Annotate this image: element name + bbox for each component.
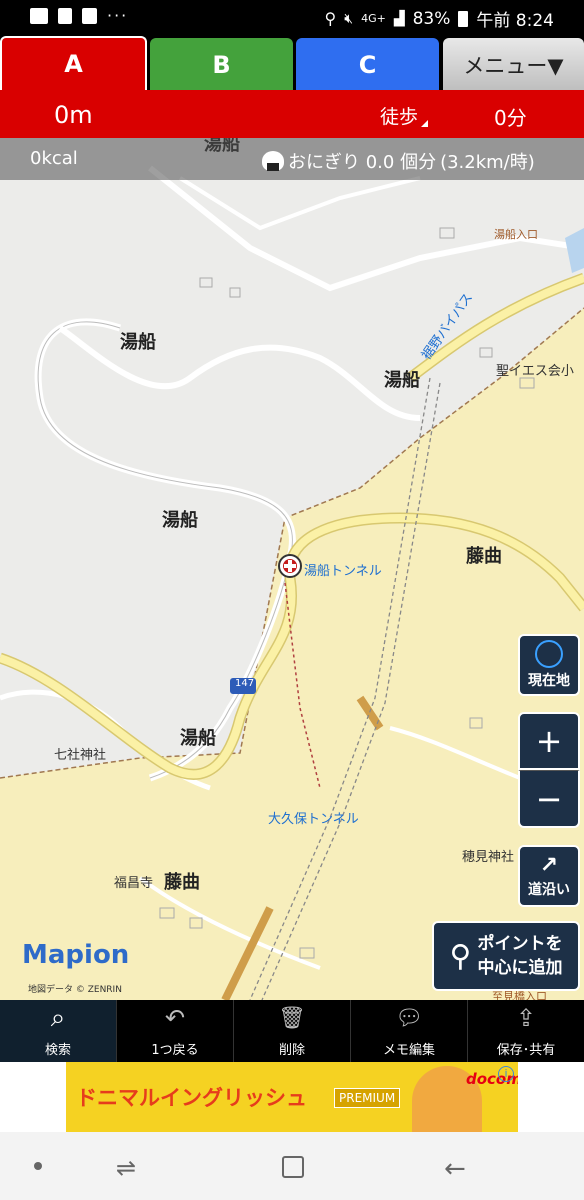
tab-a[interactable]: A [0, 36, 147, 90]
ad-title: ドニマルイングリッシュ [76, 1086, 307, 1110]
zoom-in-button[interactable]: + [518, 712, 580, 770]
crosshair-icon [535, 640, 563, 668]
route-number-label: 147 [235, 678, 255, 689]
tab-c[interactable]: C [296, 38, 439, 92]
save-share-label: 保存･共有 [496, 1043, 556, 1058]
delete-button[interactable]: 🗑︎ 削除 [234, 1000, 351, 1062]
ad-banner[interactable]: ドニマルイングリッシュ PREMIUM docomo i [66, 1062, 518, 1132]
add-point-button[interactable]: ⚲ ポイントを 中心に追加 [432, 921, 580, 991]
save-share-button[interactable]: ⇪ 保存･共有 [468, 1000, 584, 1062]
memo-edit-label: メモ編集 [382, 1043, 435, 1058]
onigiri-info[interactable]: おにぎり 0.0 個分 (3.2km/時) [262, 148, 535, 174]
zoom-out-button[interactable]: − [518, 770, 580, 828]
ad-bar: ドニマルイングリッシュ PREMIUM docomo i [0, 1062, 584, 1132]
home-icon[interactable] [282, 1156, 304, 1178]
signal-icon: ▟ [393, 10, 405, 27]
trash-icon: 🗑︎ [278, 1005, 306, 1031]
map-label-yubune-3: 湯船 [162, 510, 198, 531]
share-icon: ⇪ [515, 1004, 537, 1032]
route-tabs: A B C メニュー▼ [0, 36, 584, 92]
map-label-yubune-1: 湯船 [120, 332, 156, 353]
map-label-yubune-entrance: 湯船入口 [494, 228, 538, 241]
ad-info-icon[interactable]: i [498, 1066, 514, 1082]
route-info-bar: 0m 徒歩 0分 [0, 90, 584, 138]
nav-dot-icon[interactable] [34, 1162, 42, 1170]
walking-speed: (3.2km/時) [440, 152, 535, 173]
dropdown-corner-icon [421, 120, 429, 127]
map-canvas [0, 165, 584, 1000]
map-copyright: 地図データ © ZENRIN [28, 985, 122, 995]
map-label-church: 聖イエス会小 [496, 364, 574, 379]
memo-icon: 💬︎ [395, 1005, 423, 1031]
ad-badge: PREMIUM [334, 1088, 401, 1108]
tab-b[interactable]: B [150, 38, 293, 92]
along-road-button[interactable]: ↗ 道沿い [518, 845, 580, 907]
travel-mode-label: 徒歩 [380, 106, 419, 128]
delete-label: 削除 [278, 1043, 305, 1058]
status-bar: ··· ⚲ 🔇︎ 4G+ ▟ 83% 午前 8:24 [0, 0, 584, 36]
signal-label: 4G+ [361, 12, 386, 25]
gallery-icon [30, 7, 48, 24]
map-label-tunnel-okubo: 大久保トンネル [268, 812, 359, 827]
calorie-value: 0kcal [30, 148, 78, 169]
map-label-yubune-2: 湯船 [384, 370, 420, 391]
battery-icon [458, 10, 469, 27]
travel-mode-selector[interactable]: 徒歩 [380, 102, 429, 129]
more-notifications-icon: ··· [107, 6, 129, 25]
system-nav-bar: ⇌ ← [0, 1132, 584, 1200]
distance-value: 0m [54, 101, 93, 129]
map-label-fukushoji: 福昌寺 [114, 876, 154, 891]
menu-button[interactable]: メニュー▼ [443, 38, 584, 92]
map-label-tunnel-yubune: 湯船トンネル [304, 564, 382, 579]
search-icon: ⌕ [50, 1002, 66, 1033]
along-road-label: 道沿い [528, 882, 570, 898]
add-point-label-1: ポイントを [477, 934, 563, 954]
memo-edit-button[interactable]: 💬︎ メモ編集 [351, 1000, 468, 1062]
back-icon[interactable]: ← [444, 1154, 466, 1184]
calorie-bar: 0kcal おにぎり 0.0 個分 (3.2km/時) [0, 138, 584, 180]
map-label-shichisha: 七社神社 [54, 748, 107, 763]
map-label-fujimagari-1: 藤曲 [466, 546, 502, 567]
search-button[interactable]: ⌕ 検索 [0, 1000, 117, 1062]
facebook-icon [82, 7, 97, 24]
clock: 午前 8:24 [476, 11, 554, 31]
undo-icon: ↶ [164, 1004, 186, 1032]
pin-icon: ⚲ [449, 938, 472, 974]
map-label-yubune-4: 湯船 [180, 728, 216, 749]
map-label-fujimagari-2: 藤曲 [164, 872, 200, 893]
current-location-label: 現在地 [528, 673, 570, 689]
recent-apps-icon[interactable]: ⇌ [116, 1154, 136, 1182]
add-point-label-2: 中心に追加 [477, 958, 563, 978]
mute-icon: 🔇︎ [344, 10, 354, 27]
trend-line-icon: ↗ [539, 853, 559, 878]
search-label: 検索 [44, 1043, 71, 1058]
undo-label: 1つ戻る [151, 1043, 199, 1058]
bottom-toolbar: ⌕ 検索 ↶ 1つ戻る 🗑︎ 削除 💬︎ メモ編集 ⇪ 保存･共有 [0, 1000, 584, 1062]
onigiri-icon [262, 151, 284, 171]
map-view[interactable]: 湯船 湯船 湯船 湯船 湯船 藤曲 藤曲 湯船入口 聖イエス会小 裾野バイパス … [0, 138, 584, 1000]
hand-icon [58, 7, 72, 24]
undo-button[interactable]: ↶ 1つ戻る [117, 1000, 234, 1062]
duration-value: 0分 [494, 106, 527, 130]
location-icon: ⚲ [324, 9, 337, 28]
mapion-logo: Mapion [22, 940, 130, 970]
map-label-hozumi: 穂見神社 [462, 850, 515, 865]
onigiri-count: おにぎり 0.0 個分 [288, 152, 437, 173]
battery-percent: 83% [412, 8, 451, 29]
current-location-button[interactable]: 現在地 [518, 634, 580, 696]
